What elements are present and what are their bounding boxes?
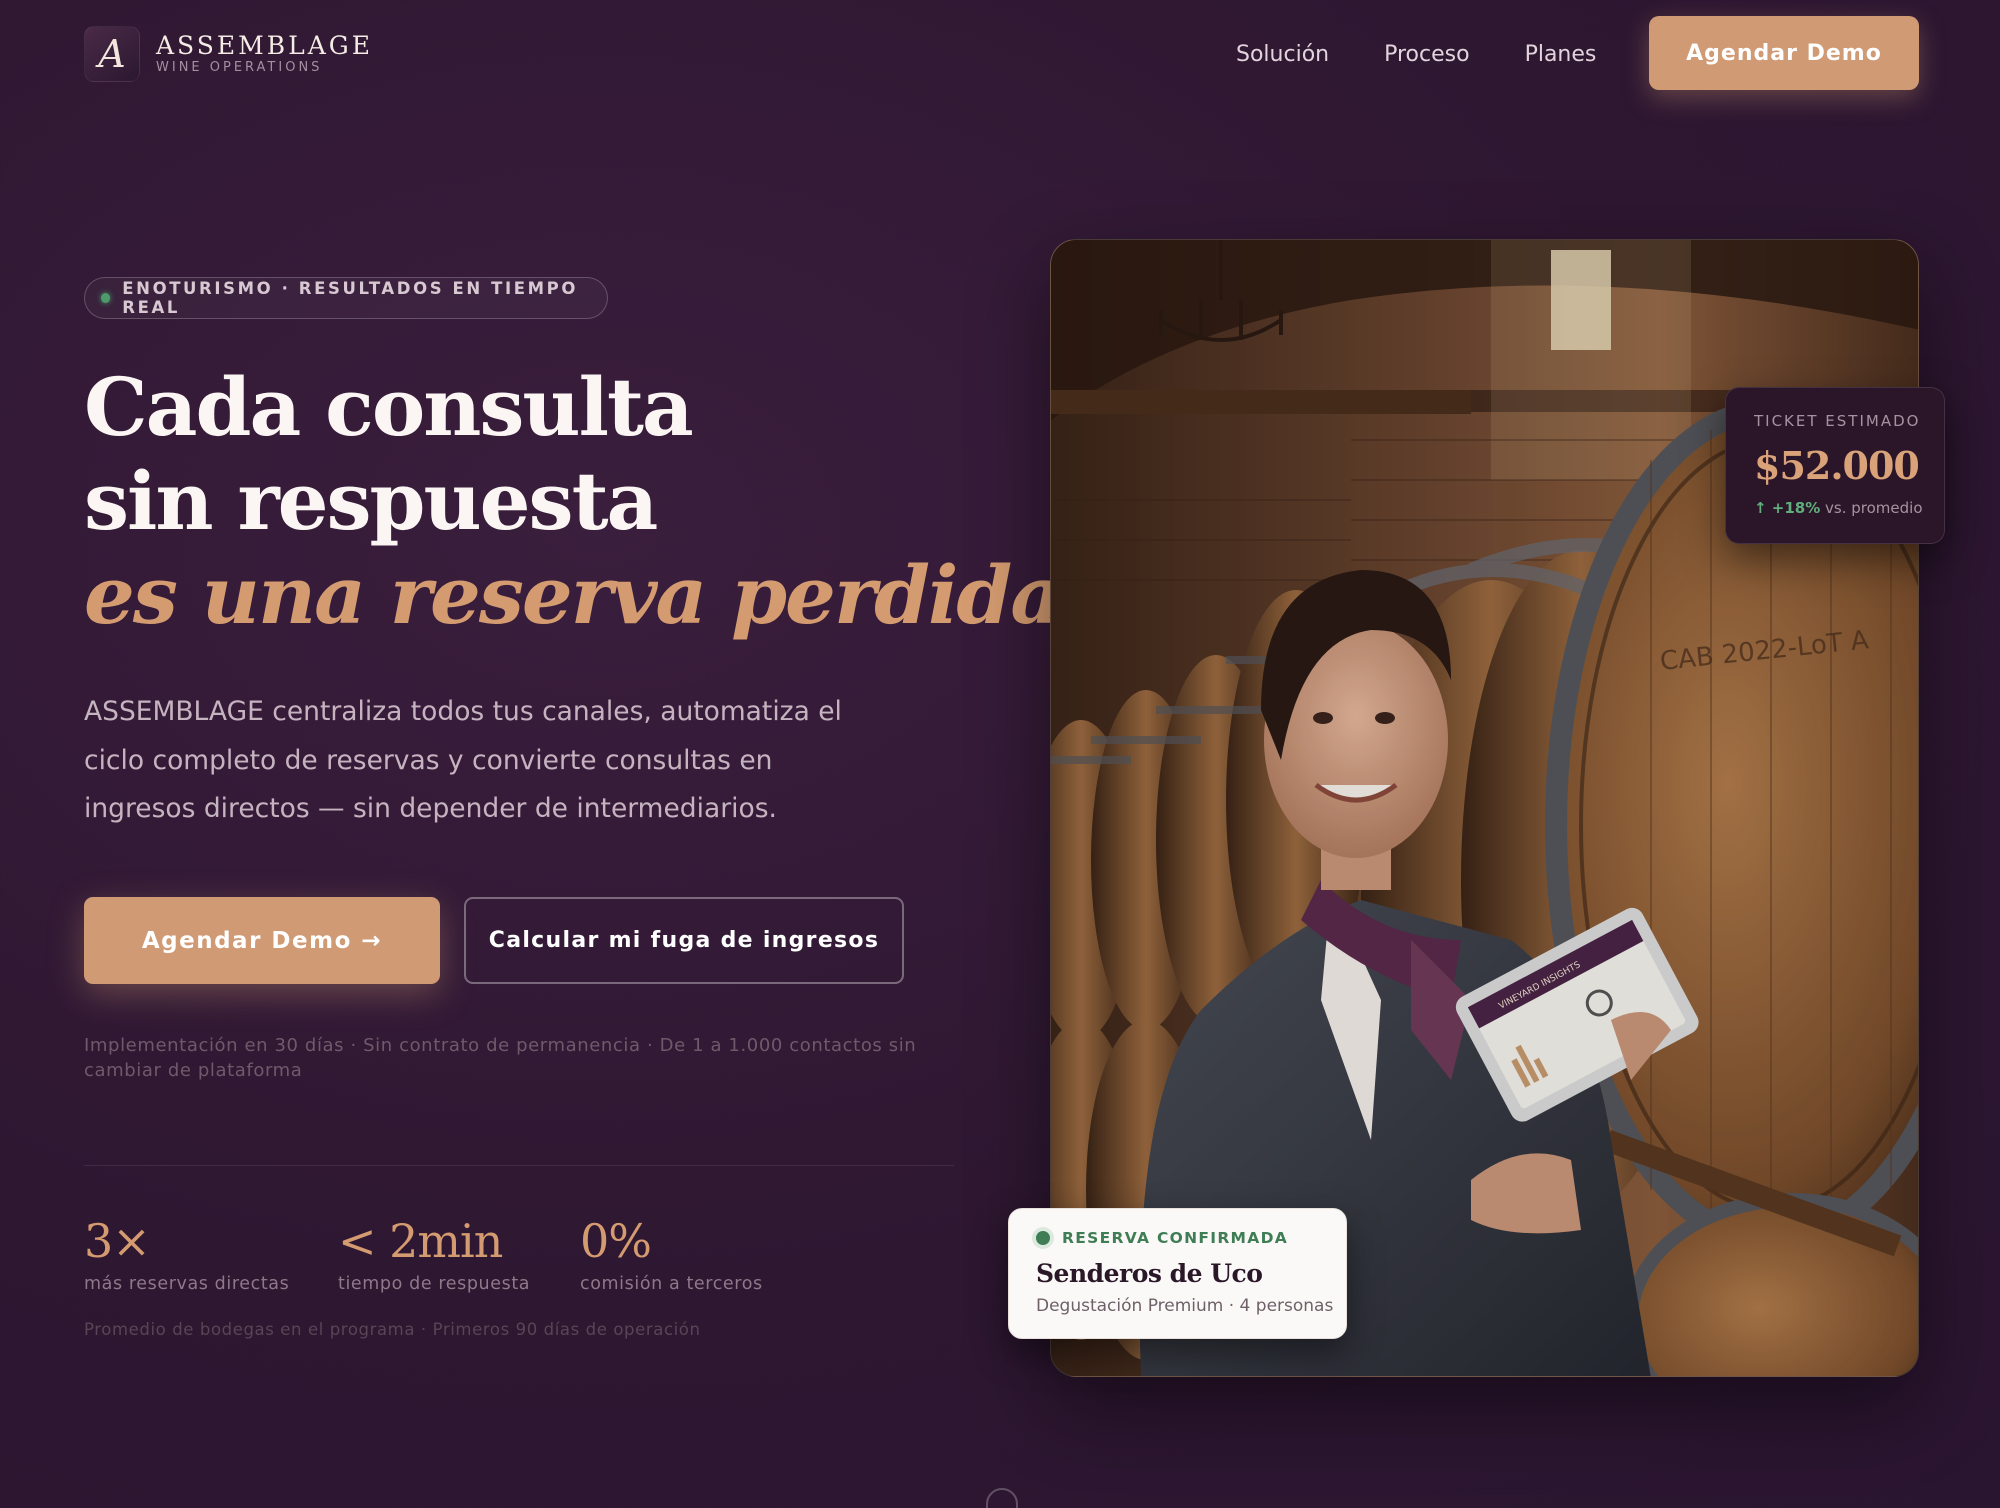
reservation-confirmed-card: RESERVA CONFIRMADA Senderos de Uco Degus… xyxy=(1008,1208,1347,1339)
ticket-label: TICKET ESTIMADO xyxy=(1754,412,1921,430)
stats-footnote: Promedio de bodegas en el programa · Pri… xyxy=(84,1320,701,1339)
stat-label: comisión a terceros xyxy=(580,1274,763,1294)
reservation-detail: Degustación Premium · 4 personas xyxy=(1036,1296,1334,1316)
hero-fine-print: Implementación en 30 días · Sin contrato… xyxy=(84,1035,917,1081)
ticket-value: $52.000 xyxy=(1754,443,1920,488)
hero-badge: ENOTURISMO · RESULTADOS EN TIEMPO REAL xyxy=(84,277,608,319)
stat-value: 0% xyxy=(580,1214,652,1268)
landing-page: A ASSEMBLAGE WINE OPERATIONS Solución Pr… xyxy=(0,0,2000,1508)
stat-label: más reservas directas xyxy=(84,1274,290,1294)
stat-response-time: < 2min tiempo de respuesta xyxy=(338,1210,530,1296)
logo-mark: A xyxy=(84,26,140,82)
headline-line-1: Cada consulta xyxy=(84,360,694,454)
stat-commission: 0% comisión a terceros xyxy=(580,1210,763,1296)
calculate-revenue-leak-button[interactable]: Calcular mi fuga de ingresos xyxy=(464,897,904,984)
ticket-change-row: ↑ +18% vs. promedio xyxy=(1754,498,1944,518)
stat-label: tiempo de respuesta xyxy=(338,1274,531,1294)
nav-links: Solución Proceso Planes xyxy=(1236,40,1651,70)
headline-line-2: sin respuesta xyxy=(84,454,658,548)
nav-link-solucion[interactable]: Solución xyxy=(1236,40,1329,70)
scroll-indicator-icon[interactable] xyxy=(986,1488,1018,1508)
top-navigation: A ASSEMBLAGE WINE OPERATIONS Solución Pr… xyxy=(0,0,2000,110)
brand-logo[interactable]: A ASSEMBLAGE WINE OPERATIONS xyxy=(84,26,373,82)
ticket-change-note: vs. promedio xyxy=(1825,499,1923,517)
nav-demo-button[interactable]: Agendar Demo xyxy=(1649,16,1919,90)
stat-value: < 2min xyxy=(338,1214,503,1268)
live-dot-icon xyxy=(101,293,111,303)
reservation-status-row: RESERVA CONFIRMADA xyxy=(1036,1229,1346,1247)
brand-tagline: WINE OPERATIONS xyxy=(156,60,323,75)
hero-badge-text: ENOTURISMO · RESULTADOS EN TIEMPO REAL xyxy=(122,279,578,317)
stat-value: 3× xyxy=(84,1214,151,1268)
reservation-status: RESERVA CONFIRMADA xyxy=(1062,1229,1289,1247)
trend-up-change: ↑ +18% xyxy=(1754,499,1821,517)
nav-link-planes[interactable]: Planes xyxy=(1525,40,1597,70)
logo-text: ASSEMBLAGE WINE OPERATIONS xyxy=(156,32,373,76)
schedule-demo-button[interactable]: Agendar Demo → xyxy=(84,897,440,984)
nav-link-proceso[interactable]: Proceso xyxy=(1384,40,1469,70)
headline-line-3: es una reserva perdida. xyxy=(84,548,1088,642)
status-dot-icon xyxy=(1036,1231,1050,1245)
brand-name: ASSEMBLAGE xyxy=(156,31,373,60)
hero-lead: ASSEMBLAGE centraliza todos tus canales,… xyxy=(84,696,842,824)
ticket-estimate-card: TICKET ESTIMADO $52.000 ↑ +18% vs. prome… xyxy=(1725,387,1945,544)
reservation-title: Senderos de Uco xyxy=(1036,1259,1263,1288)
stats-divider xyxy=(84,1165,954,1166)
stat-direct-bookings: 3× más reservas directas xyxy=(84,1210,289,1296)
